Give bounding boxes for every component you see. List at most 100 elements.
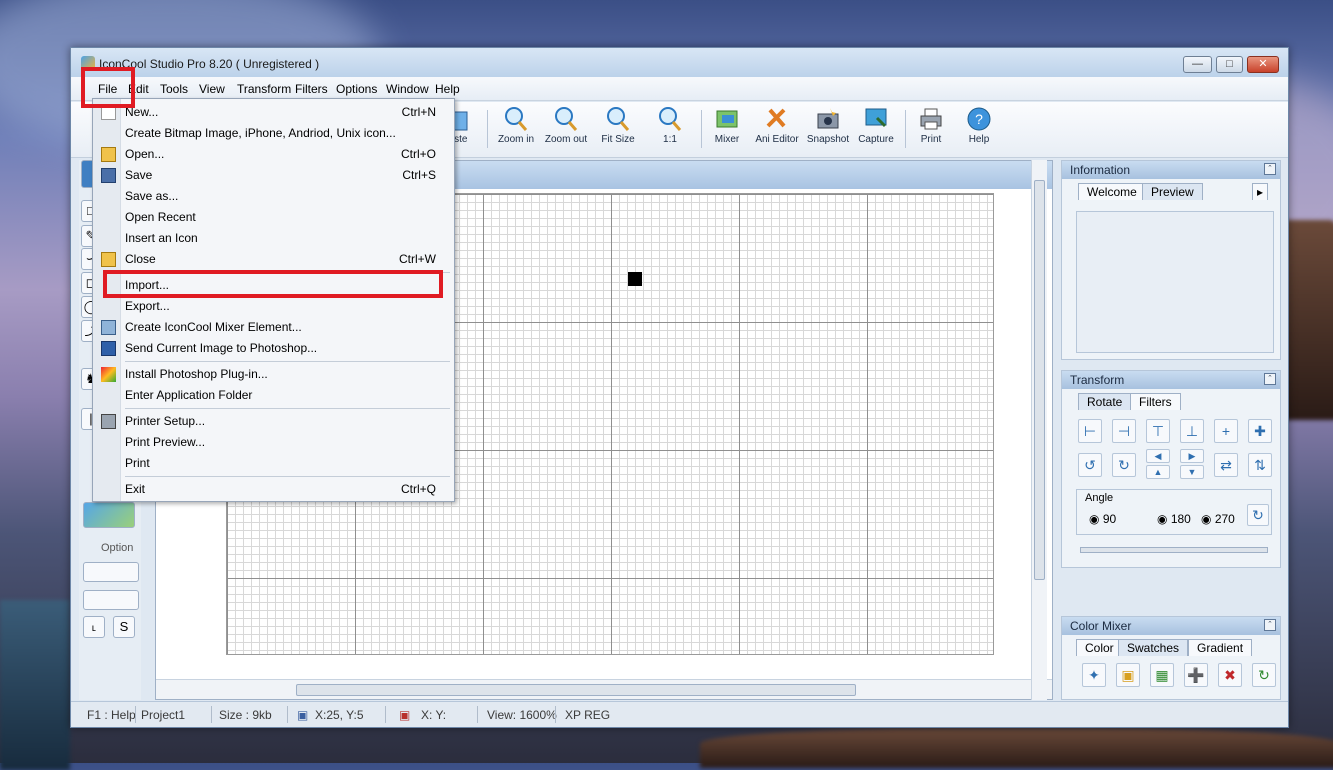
flip-vertical-icon[interactable]: ⇅ (1248, 453, 1272, 477)
align-left-icon[interactable]: ⊢ (1078, 419, 1102, 443)
menu-open[interactable]: Open... (125, 144, 164, 164)
angle-270-radio[interactable]: ◉ 270 (1201, 512, 1235, 526)
minimize-button[interactable]: — (1183, 56, 1212, 73)
menu-filters[interactable]: Filters (295, 82, 328, 96)
angle-180-label: 180 (1170, 512, 1191, 526)
line-option[interactable] (83, 590, 139, 610)
horizontal-scroll-thumb[interactable] (296, 684, 856, 696)
maximize-button[interactable]: □ (1216, 56, 1243, 73)
help-button[interactable]: ? Help (953, 106, 1005, 154)
actual-size-button[interactable]: 1:1 (644, 106, 696, 154)
ani-editor-label: Ani Editor (755, 134, 799, 145)
open-swatch-icon[interactable]: ▣ (1116, 663, 1140, 687)
align-bottom-icon[interactable]: ⊥ (1180, 419, 1204, 443)
menu-insert-icon[interactable]: Insert an Icon (125, 228, 198, 248)
collapse-icon[interactable]: ˆ (1264, 373, 1276, 385)
vertical-scrollbar[interactable] (1031, 160, 1047, 700)
menu-export[interactable]: Export... (125, 296, 170, 316)
menu-window[interactable]: Window (386, 82, 429, 96)
photoshop-icon (101, 341, 116, 356)
tab-welcome[interactable]: Welcome (1078, 183, 1146, 200)
menu-save[interactable]: Save (125, 165, 152, 185)
tab-color[interactable]: Color (1076, 639, 1123, 656)
menu-enter-app-folder[interactable]: Enter Application Folder (125, 385, 252, 405)
rect-option[interactable] (83, 562, 139, 582)
nudge-right-icon[interactable]: ▶ (1180, 449, 1204, 463)
zoom-out-button[interactable]: Zoom out (540, 106, 592, 154)
nudge-bottom-icon[interactable]: ▼ (1180, 465, 1204, 479)
print-button[interactable]: Print (905, 106, 957, 154)
status-separator (385, 706, 386, 723)
import-item-highlight (103, 270, 443, 298)
tab-filters[interactable]: Filters (1130, 393, 1181, 410)
save-swatch-icon[interactable]: ▦ (1150, 663, 1174, 687)
zoom-in-label: Zoom in (497, 134, 535, 145)
fit-size-button[interactable]: Fit Size (592, 106, 644, 154)
angle-slider[interactable] (1080, 547, 1268, 553)
angle-90-radio[interactable]: ◉ 90 (1089, 512, 1116, 526)
information-title: Information (1070, 163, 1131, 177)
tab-rotate[interactable]: Rotate (1078, 393, 1132, 410)
menu-install-plugin[interactable]: Install Photoshop Plug-in... (125, 364, 268, 384)
smooth-option-button[interactable]: S (113, 616, 135, 638)
tab-preview[interactable]: Preview (1142, 183, 1203, 200)
menu-separator (125, 476, 450, 477)
mix-colors-icon[interactable]: ✦ (1082, 663, 1106, 687)
actual-size-label: 1:1 (663, 134, 677, 145)
menu-transform[interactable]: Transform (237, 82, 291, 96)
menu-help[interactable]: Help (435, 82, 460, 96)
delete-swatch-icon[interactable]: ✖ (1218, 663, 1242, 687)
color-tool-pair[interactable] (83, 502, 135, 528)
menu-tools[interactable]: Tools (160, 82, 188, 96)
camera-icon (817, 108, 839, 129)
flip-horizontal-icon[interactable]: ⇄ (1214, 453, 1238, 477)
mixer-button[interactable]: Mixer (701, 106, 753, 154)
corner-option-button[interactable]: ˪ (83, 616, 105, 638)
status-view: View: 1600% (487, 708, 557, 722)
title-bar: IconCool Studio Pro 8.20 ( Unregistered … (71, 48, 1288, 77)
tab-gradient[interactable]: Gradient (1188, 639, 1253, 656)
align-top-icon[interactable]: ⊤ (1146, 419, 1170, 443)
menu-print[interactable]: Print (125, 453, 150, 473)
vertical-scroll-thumb[interactable] (1034, 180, 1045, 580)
horizontal-scrollbar[interactable] (156, 679, 1052, 699)
apply-rotation-icon[interactable]: ↻ (1247, 504, 1269, 526)
menu-save-as[interactable]: Save as... (125, 186, 178, 206)
add-swatch-icon[interactable]: ➕ (1184, 663, 1208, 687)
align-right-icon[interactable]: ⊣ (1112, 419, 1136, 443)
rotate-right-icon[interactable]: ↻ (1112, 453, 1136, 477)
tab-next-arrow-icon[interactable]: ▸ (1252, 183, 1269, 200)
nudge-up-icon[interactable]: ◀ (1146, 449, 1170, 463)
refresh-swatch-icon[interactable]: ↻ (1252, 663, 1276, 687)
center-horizontal-icon[interactable]: + (1214, 419, 1238, 443)
close-button[interactable]: ✕ (1247, 56, 1279, 73)
menu-send-to-photoshop[interactable]: Send Current Image to Photoshop... (125, 338, 317, 358)
menu-close-shortcut: Ctrl+W (399, 252, 436, 266)
menu-options[interactable]: Options (336, 82, 377, 96)
snapshot-button[interactable]: Snapshot (802, 106, 854, 154)
angle-180-radio[interactable]: ◉ 180 (1157, 512, 1191, 526)
tab-swatches[interactable]: Swatches (1118, 639, 1189, 656)
menu-print-preview[interactable]: Print Preview... (125, 432, 205, 452)
menu-create-mixer-element[interactable]: Create IconCool Mixer Element... (125, 317, 302, 337)
menu-view[interactable]: View (199, 82, 225, 96)
color-mixer-panel: Color Mixer ˆ Color Swatches Gradient ✦ … (1061, 616, 1281, 700)
capture-button[interactable]: Capture (850, 106, 902, 154)
menu-close[interactable]: Close (125, 249, 156, 269)
menu-printer-setup[interactable]: Printer Setup... (125, 411, 205, 431)
menu-create-bitmap[interactable]: Create Bitmap Image, iPhone, Andriod, Un… (125, 123, 396, 143)
zoom-in-button[interactable]: Zoom in (490, 106, 542, 154)
capture-label: Capture (858, 134, 894, 145)
collapse-icon[interactable]: ˆ (1264, 619, 1276, 631)
nudge-down-icon[interactable]: ▲ (1146, 465, 1170, 479)
menu-exit[interactable]: Exit (125, 479, 145, 499)
transform-title: Transform (1070, 373, 1125, 387)
menu-separator (125, 361, 450, 362)
menu-open-recent[interactable]: Open Recent (125, 207, 196, 227)
rotate-left-icon[interactable]: ↺ (1078, 453, 1102, 477)
collapse-icon[interactable]: ˆ (1264, 163, 1276, 175)
center-vertical-icon[interactable]: ✚ (1248, 419, 1272, 443)
ani-editor-button[interactable]: Ani Editor (751, 106, 803, 154)
menu-save-shortcut: Ctrl+S (402, 168, 436, 182)
option-label: Option (101, 542, 134, 554)
